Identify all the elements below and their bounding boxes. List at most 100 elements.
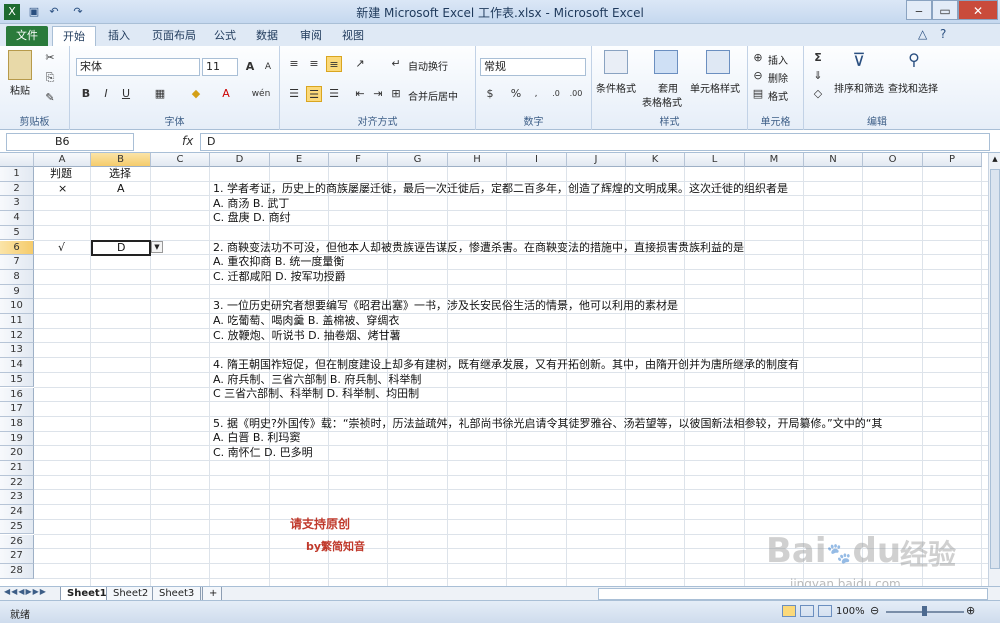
row-header-25[interactable]: 25	[0, 519, 34, 535]
column-header-d[interactable]: D	[210, 153, 270, 167]
fill-color-icon[interactable]: ◆	[188, 86, 204, 102]
column-header-m[interactable]: M	[745, 153, 804, 167]
sort-filter-icon[interactable]: ⊽	[848, 50, 870, 74]
fill-icon[interactable]: ⇓	[810, 68, 826, 84]
align-right-icon[interactable]: ☰	[326, 86, 342, 102]
name-box[interactable]: B6	[6, 133, 134, 151]
orientation-icon[interactable]: ↗	[352, 56, 368, 72]
row-header-23[interactable]: 23	[0, 490, 34, 506]
sort-filter-button[interactable]: 排序和筛选	[834, 80, 884, 95]
column-header-b[interactable]: B	[91, 153, 151, 167]
column-header-c[interactable]: C	[151, 153, 210, 167]
format-as-table-line2[interactable]: 表格格式	[642, 94, 682, 109]
cell-a1[interactable]: 判题	[50, 167, 72, 181]
align-top-icon[interactable]: ≡	[286, 56, 302, 72]
merge-center-button[interactable]: 合并后居中	[408, 88, 458, 103]
decrease-indent-icon[interactable]: ⇤	[352, 86, 368, 102]
column-header-o[interactable]: O	[863, 153, 923, 167]
tab-page-layout[interactable]: 页面布局	[142, 26, 206, 46]
row-header-8[interactable]: 8	[0, 269, 34, 285]
cell-b1[interactable]: 选择	[109, 167, 131, 181]
maximize-icon[interactable]: ▭	[932, 0, 958, 20]
bold-button[interactable]: B	[78, 86, 94, 102]
row-header-27[interactable]: 27	[0, 549, 34, 564]
cell-b2[interactable]: A	[117, 182, 125, 196]
row-header-26[interactable]: 26	[0, 534, 34, 550]
row-header-6[interactable]: 6	[0, 240, 34, 256]
format-as-table-line1[interactable]: 套用	[658, 80, 678, 95]
row-header-7[interactable]: 7	[0, 255, 34, 270]
row-header-19[interactable]: 19	[0, 431, 34, 447]
align-middle-icon[interactable]: ≡	[306, 56, 322, 72]
row-header-28[interactable]: 28	[0, 563, 34, 579]
font-name-select[interactable]: 宋体	[76, 58, 200, 76]
column-header-l[interactable]: L	[685, 153, 745, 167]
underline-button[interactable]: U	[118, 86, 134, 102]
accounting-format-icon[interactable]: $	[482, 86, 498, 102]
cell-a6[interactable]: √	[58, 241, 65, 255]
formula-input[interactable]: D	[200, 133, 990, 151]
tab-home[interactable]: 开始	[52, 26, 96, 46]
font-size-select[interactable]: 11	[202, 58, 238, 76]
format-cells-icon[interactable]: ▤	[750, 86, 766, 102]
new-sheet-icon[interactable]: +	[202, 587, 222, 601]
page-break-view-icon[interactable]	[818, 605, 832, 617]
row-header-22[interactable]: 22	[0, 475, 34, 491]
sheet-tab-3[interactable]: Sheet3	[152, 587, 202, 601]
zoom-out-icon[interactable]: ⊖	[870, 604, 879, 617]
row-header-12[interactable]: 12	[0, 328, 34, 344]
format-painter-icon[interactable]: ✎	[42, 90, 58, 106]
delete-cells-button[interactable]: 删除	[768, 70, 788, 85]
format-as-table-icon[interactable]	[654, 50, 678, 74]
cell-d4[interactable]: C. 盘庚 D. 商纣	[213, 211, 291, 225]
row-header-1[interactable]: 1	[0, 167, 34, 182]
row-header-11[interactable]: 11	[0, 314, 34, 329]
worksheet-grid[interactable]: ABCDEFGHIJKLMNOP 1 2 3 4 5 6 7 8 9 10 11 12 13 14 15 16…	[0, 153, 988, 586]
column-header-h[interactable]: H	[448, 153, 507, 167]
zoom-level[interactable]: 100%	[836, 606, 865, 617]
cell-d2[interactable]: 1. 学者考证，历史上的商族屡屡迁徙，最后一次迁徙后，定都二百多年，创造了辉煌的…	[213, 182, 788, 196]
cell-d12[interactable]: C. 放鞭炮、听说书 D. 抽卷烟、烤甘薯	[213, 329, 401, 343]
cell-d16[interactable]: C 三省六部制、科举制 D. 科举制、均田制	[213, 387, 419, 401]
binoculars-icon[interactable]: ⚲	[902, 50, 926, 74]
grow-font-icon[interactable]: A	[242, 59, 258, 75]
wrap-text-icon[interactable]: ↵	[388, 56, 404, 72]
wrap-text-button[interactable]: 自动换行	[408, 58, 448, 73]
scroll-thumb[interactable]	[990, 169, 1000, 569]
minimize-icon[interactable]: ‒	[906, 0, 932, 20]
delete-cells-icon[interactable]: ⊖	[750, 68, 766, 84]
tab-insert[interactable]: 插入	[98, 26, 140, 46]
row-header-5[interactable]: 5	[0, 225, 34, 241]
phonetic-button[interactable]: wén	[248, 86, 274, 102]
tab-formulas[interactable]: 公式	[204, 26, 246, 46]
sheet-tab-2[interactable]: Sheet2	[106, 587, 156, 601]
find-select-button[interactable]: 查找和选择	[888, 80, 938, 95]
paste-icon[interactable]	[8, 50, 32, 80]
tab-view[interactable]: 视图	[332, 26, 374, 46]
vertical-scrollbar[interactable]: ▲	[988, 153, 1000, 586]
column-header-g[interactable]: G	[388, 153, 448, 167]
copy-icon[interactable]: ⎘	[42, 70, 58, 86]
insert-cells-button[interactable]: 插入	[768, 52, 788, 67]
select-all-corner[interactable]	[0, 153, 34, 167]
cell-d15[interactable]: A. 府兵制、三省六部制 B. 府兵制、科举制	[213, 373, 421, 387]
increase-indent-icon[interactable]: ⇥	[370, 86, 386, 102]
font-color-button[interactable]: A	[218, 86, 234, 102]
cell-d6[interactable]: 2. 商鞅变法功不可没，但他本人却被贵族诬告谋反，惨遭杀害。在商鞅变法的措施中，…	[213, 241, 744, 255]
cell-d14[interactable]: 4. 隋王朝国祚短促，但在制度建设上却多有建树，既有继承发展，又有开拓创新。其中…	[213, 358, 799, 372]
zoom-slider-thumb[interactable]	[922, 606, 927, 616]
tab-file[interactable]: 文件	[6, 26, 48, 46]
tab-review[interactable]: 审阅	[290, 26, 332, 46]
format-cells-button[interactable]: 格式	[768, 88, 788, 103]
increase-decimal-icon[interactable]: .0	[548, 86, 564, 102]
row-header-15[interactable]: 15	[0, 372, 34, 388]
cell-b6[interactable]: D	[117, 241, 125, 255]
column-header-j[interactable]: J	[567, 153, 626, 167]
row-header-10[interactable]: 10	[0, 299, 34, 314]
cell-d7[interactable]: A. 重农抑商 B. 统一度量衡	[213, 255, 344, 269]
column-header-f[interactable]: F	[329, 153, 388, 167]
row-header-3[interactable]: 3	[0, 196, 34, 212]
cell-d3[interactable]: A. 商汤 B. 武丁	[213, 197, 289, 211]
cell-a2[interactable]: ×	[58, 182, 67, 196]
cell-d18[interactable]: 5. 据《明史?外国传》载：“崇祯时，历法益疏舛，礼部尚书徐光启请令其徒罗雅谷、…	[213, 417, 882, 431]
